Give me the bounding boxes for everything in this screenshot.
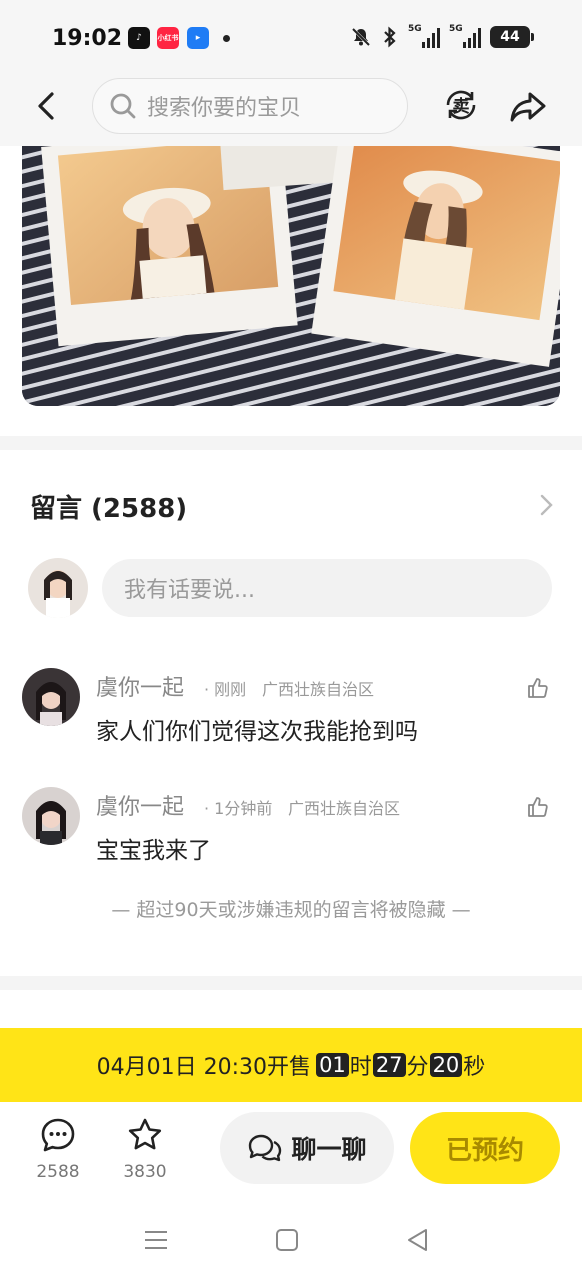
countdown-hours: 01 — [316, 1053, 349, 1077]
network-label-1: 5G — [408, 24, 422, 34]
status-right: 5G 5G 44 — [350, 24, 534, 48]
section-divider — [0, 436, 582, 450]
comment-icon — [41, 1118, 75, 1152]
chat-icon — [249, 1134, 282, 1162]
comment-location: 广西壮族自治区 — [262, 680, 375, 699]
commenter-avatar[interactable] — [22, 787, 80, 845]
seconds-unit: 秒 — [463, 1055, 486, 1080]
countdown-minutes: 27 — [372, 1053, 406, 1077]
sale-countdown-banner: 04月01日 20:30开售 01 时 27 分 20 秒 — [0, 1028, 582, 1102]
comments-title[interactable]: 留言 (2588) — [30, 488, 187, 525]
comment-time: · 1分钟前 — [204, 799, 273, 818]
like-icon[interactable] — [526, 795, 550, 819]
favorite-button[interactable]: 3830 — [110, 1116, 180, 1182]
reserved-button[interactable]: 已预约 — [410, 1112, 560, 1184]
commenter-avatar[interactable] — [22, 668, 80, 726]
favorite-count: 3830 — [123, 1162, 167, 1182]
sell-label: 卖 — [453, 96, 470, 117]
comment-time: · 刚刚 — [204, 680, 247, 699]
hidden-comments-notice: — 超过90天或涉嫌违规的留言将被隐藏 — — [111, 899, 471, 921]
sell-icon[interactable]: 卖 — [442, 86, 480, 124]
commenter-name[interactable]: 虞你一起 — [96, 670, 184, 702]
comment-text: 宝宝我来了 — [96, 838, 211, 864]
chat-label: 聊一聊 — [291, 1135, 367, 1164]
reserved-label: 已预约 — [445, 1135, 524, 1166]
star-icon — [128, 1118, 162, 1150]
top-nav: 搜索你要的宝贝 卖 — [0, 78, 582, 146]
back-nav-icon[interactable] — [404, 1226, 432, 1254]
notification-dot — [223, 35, 230, 42]
signal-icon-2: 5G — [449, 24, 481, 48]
comment-input[interactable]: 我有话要说... — [102, 559, 552, 617]
search-icon — [110, 93, 136, 119]
comment-input-placeholder: 我有话要说... — [124, 578, 255, 603]
like-icon[interactable] — [526, 676, 550, 700]
bottom-action-bar: 2588 3830 聊一聊 已预约 — [0, 1102, 582, 1202]
search-input[interactable]: 搜索你要的宝贝 — [92, 78, 408, 134]
network-label-2: 5G — [449, 24, 463, 34]
home-icon[interactable] — [273, 1226, 301, 1254]
comment-count: 2588 — [36, 1162, 80, 1182]
status-time: 19:02 — [52, 26, 123, 51]
search-placeholder: 搜索你要的宝贝 — [147, 96, 302, 121]
back-icon[interactable] — [30, 88, 66, 124]
bluetooth-icon — [384, 26, 396, 48]
section-divider — [0, 976, 582, 990]
share-icon[interactable] — [508, 86, 548, 126]
photo-illustration — [22, 146, 560, 406]
menu-icon[interactable] — [142, 1226, 170, 1254]
lark-icon: ▸ — [187, 27, 209, 49]
signal-icon-1: 5G — [408, 24, 440, 48]
mute-icon — [351, 27, 371, 47]
battery-icon: 44 — [490, 26, 534, 48]
chevron-right-icon[interactable] — [536, 492, 556, 518]
comment-button[interactable]: 2588 — [23, 1116, 93, 1182]
system-nav-bar — [0, 1202, 582, 1280]
comment-location: 广西壮族自治区 — [288, 799, 401, 818]
tiktok-icon: ♪ — [128, 27, 150, 49]
commenter-name[interactable]: 虞你一起 — [96, 789, 184, 821]
sale-time-text: 04月01日 20:30开售 — [96, 1055, 312, 1080]
xiaohongshu-icon: 小红书 — [157, 27, 179, 49]
product-photo[interactable] — [22, 146, 560, 406]
status-bar: 19:02 ♪ 小红书 ▸ 5G 5G 44 — [0, 0, 582, 78]
comment-text: 家人们你们觉得这次我能抢到吗 — [96, 719, 418, 745]
my-avatar[interactable] — [28, 558, 88, 618]
minutes-unit: 分 — [406, 1055, 429, 1080]
hours-unit: 时 — [349, 1055, 372, 1080]
countdown-seconds: 20 — [429, 1053, 463, 1077]
chat-button[interactable]: 聊一聊 — [220, 1112, 394, 1184]
